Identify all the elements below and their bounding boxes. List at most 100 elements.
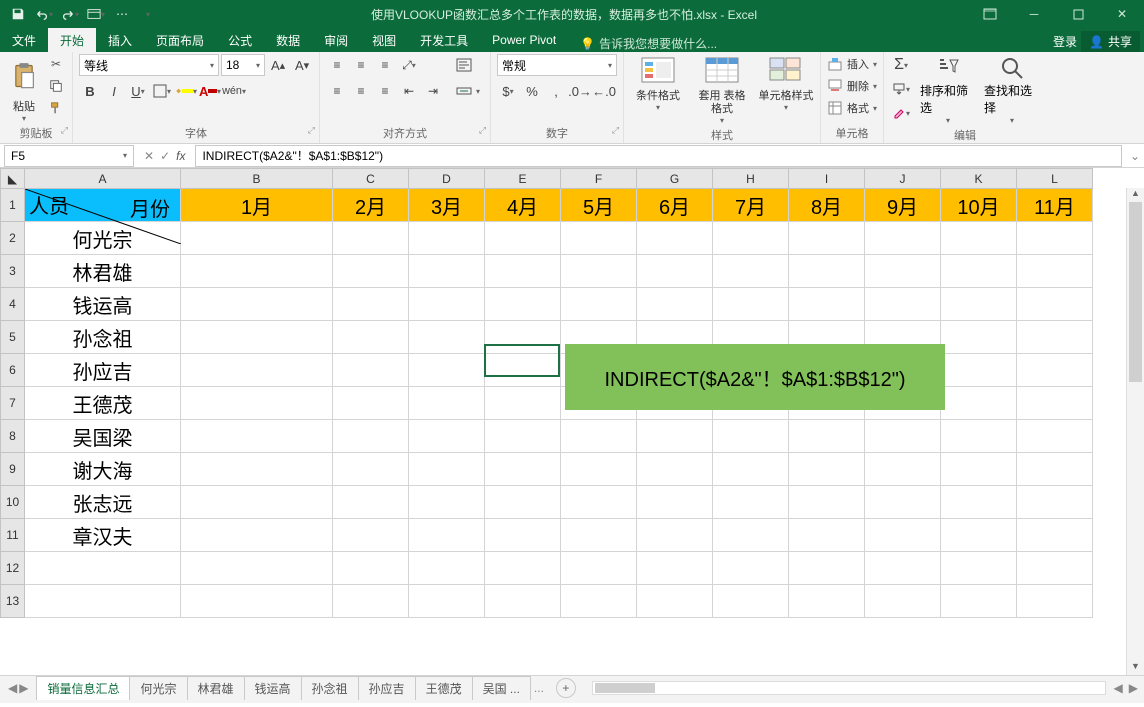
- cell-styles-button[interactable]: 单元格样式▾: [758, 54, 814, 112]
- tab-data[interactable]: 数据: [264, 28, 312, 52]
- row-header[interactable]: 9: [1, 453, 25, 486]
- col-header[interactable]: F: [561, 169, 637, 189]
- align-left-icon[interactable]: ≡: [326, 80, 348, 102]
- font-name-select[interactable]: 等线▾: [79, 54, 219, 76]
- insert-cells-button[interactable]: 插入 ▾: [827, 54, 877, 74]
- name-cell[interactable]: 章汉夫: [25, 519, 181, 552]
- col-header[interactable]: I: [789, 169, 865, 189]
- col-header[interactable]: J: [865, 169, 941, 189]
- percent-icon[interactable]: %: [521, 80, 543, 102]
- align-expander-icon[interactable]: ⤢: [479, 125, 486, 136]
- col-header[interactable]: D: [409, 169, 485, 189]
- hscroll-left-icon[interactable]: ◀: [1114, 681, 1123, 695]
- sheet-tab[interactable]: 林君雄: [187, 676, 245, 700]
- col-header[interactable]: K: [941, 169, 1017, 189]
- tab-formulas[interactable]: 公式: [216, 28, 264, 52]
- sheet-next-icon[interactable]: ▶: [19, 681, 28, 695]
- undo-icon[interactable]: ▾: [32, 3, 56, 25]
- save-icon[interactable]: [6, 3, 30, 25]
- decrease-font-icon[interactable]: A▾: [291, 54, 313, 76]
- row-header[interactable]: 11: [1, 519, 25, 552]
- sheet-tab[interactable]: 吴国 ...: [472, 676, 531, 700]
- align-center-icon[interactable]: ≡: [350, 80, 372, 102]
- italic-button[interactable]: I: [103, 80, 125, 102]
- fx-icon[interactable]: fx: [176, 149, 185, 163]
- number-format-select[interactable]: 常规▾: [497, 54, 617, 76]
- formula-bar-expand-icon[interactable]: ⌄: [1126, 149, 1144, 163]
- month-header[interactable]: 10月: [941, 189, 1017, 222]
- tab-dev[interactable]: 开发工具: [408, 28, 480, 52]
- row-header[interactable]: 4: [1, 288, 25, 321]
- row-header[interactable]: 13: [1, 585, 25, 618]
- month-header[interactable]: 5月: [561, 189, 637, 222]
- dec-decimal-icon[interactable]: ←.0: [593, 80, 615, 102]
- sheet-tab-active[interactable]: 销量信息汇总: [36, 676, 130, 700]
- header-cell-a1[interactable]: 月份 人员: [25, 189, 181, 222]
- clear-button[interactable]: ▾: [890, 102, 912, 124]
- row-header[interactable]: 5: [1, 321, 25, 354]
- month-header[interactable]: 3月: [409, 189, 485, 222]
- find-select-button[interactable]: 查找和选择▾: [984, 54, 1040, 125]
- row-header[interactable]: 7: [1, 387, 25, 420]
- tab-review[interactable]: 审阅: [312, 28, 360, 52]
- sheet-tab[interactable]: 孙应吉: [358, 676, 416, 700]
- add-sheet-button[interactable]: +: [556, 678, 576, 698]
- scroll-up-icon[interactable]: ▲: [1127, 188, 1144, 202]
- tab-insert[interactable]: 插入: [96, 28, 144, 52]
- name-cell[interactable]: 孙应吉: [25, 354, 181, 387]
- ribbon-display-icon[interactable]: [968, 0, 1012, 28]
- formula-bar[interactable]: INDIRECT($A2&"！$A$1:$B$12"): [195, 145, 1122, 167]
- font-color-button[interactable]: A▾: [199, 80, 221, 102]
- bold-button[interactable]: B: [79, 80, 101, 102]
- cancel-formula-icon[interactable]: ✕: [144, 149, 154, 163]
- cut-icon[interactable]: ✂: [46, 54, 66, 74]
- col-header[interactable]: B: [181, 169, 333, 189]
- align-top-icon[interactable]: ≡: [326, 54, 348, 76]
- row-header[interactable]: 1: [1, 189, 25, 222]
- month-header[interactable]: 6月: [637, 189, 713, 222]
- enter-formula-icon[interactable]: ✓: [160, 149, 170, 163]
- col-header[interactable]: L: [1017, 169, 1093, 189]
- month-header[interactable]: 9月: [865, 189, 941, 222]
- format-painter-icon[interactable]: [46, 98, 66, 118]
- phonetic-button[interactable]: wén▾: [223, 80, 245, 102]
- row-header[interactable]: 6: [1, 354, 25, 387]
- name-cell[interactable]: 王德茂: [25, 387, 181, 420]
- row-header[interactable]: 10: [1, 486, 25, 519]
- orientation-icon[interactable]: ⤢▾: [398, 54, 420, 76]
- hscroll-thumb[interactable]: [595, 683, 655, 693]
- qat-customize-icon[interactable]: ▾: [136, 3, 160, 25]
- tab-pivot[interactable]: Power Pivot: [480, 28, 568, 52]
- qat-more-icon[interactable]: ▾: [84, 3, 108, 25]
- month-header[interactable]: 4月: [485, 189, 561, 222]
- inc-decimal-icon[interactable]: .0→: [569, 80, 591, 102]
- hscroll-right-icon[interactable]: ▶: [1123, 681, 1144, 695]
- col-header[interactable]: G: [637, 169, 713, 189]
- row-header[interactable]: 2: [1, 222, 25, 255]
- share-button[interactable]: 👤共享: [1081, 31, 1140, 52]
- col-header[interactable]: H: [713, 169, 789, 189]
- name-cell[interactable]: 张志远: [25, 486, 181, 519]
- col-header[interactable]: E: [485, 169, 561, 189]
- row-header[interactable]: 8: [1, 420, 25, 453]
- qat-chevron-icon[interactable]: ⋯: [110, 3, 134, 25]
- fill-button[interactable]: ▾: [890, 78, 912, 100]
- sheet-tab[interactable]: 何光宗: [129, 676, 187, 700]
- accounting-format-icon[interactable]: $▾: [497, 80, 519, 102]
- row-header[interactable]: 3: [1, 255, 25, 288]
- underline-button[interactable]: U▾: [127, 80, 149, 102]
- vertical-scrollbar[interactable]: ▲ ▼: [1126, 188, 1144, 675]
- font-expander-icon[interactable]: ⤢: [308, 125, 315, 136]
- maximize-icon[interactable]: [1056, 0, 1100, 28]
- month-header[interactable]: 7月: [713, 189, 789, 222]
- copy-icon[interactable]: [46, 76, 66, 96]
- sheet-tab[interactable]: 王德茂: [415, 676, 473, 700]
- month-header[interactable]: 11月: [1017, 189, 1093, 222]
- name-cell[interactable]: 孙念祖: [25, 321, 181, 354]
- sheet-tab[interactable]: 钱运高: [244, 676, 302, 700]
- number-expander-icon[interactable]: ⤢: [612, 125, 619, 136]
- merge-button[interactable]: ▾: [452, 80, 484, 102]
- clipboard-expander-icon[interactable]: ⤢: [61, 125, 68, 136]
- redo-icon[interactable]: ▾: [58, 3, 82, 25]
- sheet-more[interactable]: ...: [530, 681, 548, 695]
